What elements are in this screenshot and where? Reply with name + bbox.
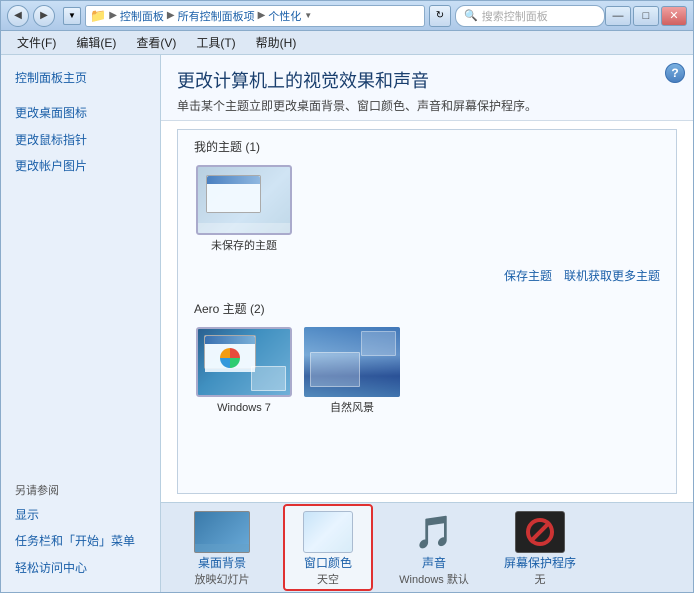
sidebar-link-home[interactable]: 控制面板主页 <box>1 65 160 92</box>
wc-label-sub: 天空 <box>317 571 339 587</box>
theme-actions: 保存主题 联机获取更多主题 <box>194 265 660 292</box>
online-themes-link[interactable]: 联机获取更多主题 <box>564 267 660 284</box>
close-button[interactable]: ✕ <box>661 6 687 26</box>
minimize-button[interactable]: — <box>605 6 631 26</box>
bg-icon <box>194 511 250 553</box>
thumb-inner-win <box>198 329 290 395</box>
theme-item-windows7[interactable]: Windows 7 <box>194 323 294 419</box>
content-subtitle: 单击某个主题立即更改桌面背景、窗口颜色、声音和屏幕保护程序。 <box>177 97 677 114</box>
theme-item-nature[interactable]: 自然风景 <box>302 323 402 419</box>
theme-label-nature: 自然风景 <box>330 401 374 415</box>
thumb-window <box>206 175 261 213</box>
nature-thumb-win <box>310 352 360 387</box>
theme-item-unsaved[interactable]: 未保存的主题 <box>194 161 294 257</box>
thumb-window-title <box>207 176 260 184</box>
themes-area: 我的主题 (1) <box>161 121 693 502</box>
bg-icon-container <box>194 508 250 556</box>
maximize-button[interactable]: □ <box>633 6 659 26</box>
address-dropdown-arrow[interactable]: ▼ <box>304 11 312 20</box>
sidebar-link-display[interactable]: 显示 <box>1 502 160 529</box>
forward-button[interactable]: ▶ <box>33 5 55 27</box>
thumb-window-win <box>204 335 256 369</box>
content-panel: ? 更改计算机上的视觉效果和声音 单击某个主题立即更改桌面背景、窗口颜色、声音和… <box>161 55 693 592</box>
themes-scroll[interactable]: 我的主题 (1) <box>177 129 677 494</box>
nature-thumb-win2 <box>361 331 396 356</box>
address-sep1: ▶ <box>109 10 117 21</box>
search-icon: 🔍 <box>464 9 478 22</box>
aero-themes-label: Aero 主题 (2) <box>194 292 660 323</box>
ss-icon-container <box>512 508 568 556</box>
sidebar-link-taskbar[interactable]: 任务栏和「开始」菜单 <box>1 528 160 555</box>
window-controls: — □ ✕ <box>605 6 687 26</box>
ss-label-sub: 无 <box>535 571 546 587</box>
address-icon: 📁 <box>90 8 106 24</box>
sidebar-link-mouse[interactable]: 更改鼠标指针 <box>1 127 160 154</box>
title-bar: ◀ ▶ ▼ 📁 ▶ 控制面板 ▶ 所有控制面板项 ▶ 个性化 ▼ ↻ 🔍 搜索控… <box>1 1 693 31</box>
sidebar: 控制面板主页 更改桌面图标 更改鼠标指针 更改帐户图片 另请参阅 显示 任务栏和… <box>1 55 161 592</box>
sound-label-main: 声音 <box>422 556 446 572</box>
wc-icon-container <box>300 508 356 556</box>
windows-logo <box>220 348 240 368</box>
bg-label-main: 桌面背景 <box>198 556 246 572</box>
address-all-items[interactable]: 所有控制面板项 <box>178 8 255 24</box>
bottom-item-desktop-bg[interactable]: 桌面背景 放映幻灯片 <box>177 508 267 588</box>
bg-label-sub: 放映幻灯片 <box>195 571 250 587</box>
theme-thumbnail-nature <box>304 327 400 397</box>
sidebar-link-accessibility[interactable]: 轻松访问中心 <box>1 555 160 582</box>
address-personalize[interactable]: 个性化 <box>268 8 301 24</box>
content-title: 更改计算机上的视觉效果和声音 <box>177 67 677 93</box>
bg-icon-bottom <box>195 544 249 552</box>
search-placeholder: 搜索控制面板 <box>482 8 548 24</box>
dropdown-btn[interactable]: ▼ <box>63 7 81 25</box>
menu-help[interactable]: 帮助(H) <box>248 32 305 53</box>
wc-icon <box>303 511 353 553</box>
my-themes-grid: 未保存的主题 <box>194 161 660 265</box>
theme-label-win7: Windows 7 <box>217 401 271 415</box>
title-bar-left: ◀ ▶ ▼ 📁 ▶ 控制面板 ▶ 所有控制面板项 ▶ 个性化 ▼ ↻ 🔍 搜索控… <box>7 5 605 27</box>
thumb-desktop <box>198 223 290 233</box>
search-bar[interactable]: 🔍 搜索控制面板 <box>455 5 605 27</box>
bottom-item-screensaver[interactable]: 屏幕保护程序 无 <box>495 508 585 588</box>
help-button[interactable]: ? <box>665 63 685 83</box>
menu-tools[interactable]: 工具(T) <box>188 32 243 53</box>
also-see-label: 另请参阅 <box>1 468 160 502</box>
sound-icon-container: 🎵 <box>406 508 462 556</box>
bottom-bar: 桌面背景 放映幻灯片 窗口颜色 天空 🎵 <box>161 502 693 592</box>
refresh-button[interactable]: ↻ <box>429 5 451 27</box>
wc-label-main: 窗口颜色 <box>304 556 352 572</box>
sound-label-sub: Windows 默认 <box>399 571 469 587</box>
address-sep3: ▶ <box>258 10 266 21</box>
address-bar[interactable]: 📁 ▶ 控制面板 ▶ 所有控制面板项 ▶ 个性化 ▼ <box>85 5 425 27</box>
sidebar-link-account-pic[interactable]: 更改帐户图片 <box>1 153 160 180</box>
thumb-secondary-win <box>251 366 286 391</box>
address-sep2: ▶ <box>167 10 175 21</box>
theme-thumbnail-windows <box>196 327 292 397</box>
thumb-content-win <box>205 344 255 372</box>
address-controlpanel[interactable]: 控制面板 <box>120 8 164 24</box>
sidebar-link-desktop-icons[interactable]: 更改桌面图标 <box>1 100 160 127</box>
bottom-item-sound[interactable]: 🎵 声音 Windows 默认 <box>389 508 479 588</box>
main-window: ◀ ▶ ▼ 📁 ▶ 控制面板 ▶ 所有控制面板项 ▶ 个性化 ▼ ↻ 🔍 搜索控… <box>0 0 694 593</box>
thumb-window-content <box>207 184 260 212</box>
back-button[interactable]: ◀ <box>7 5 29 27</box>
menu-bar: 文件(F) 编辑(E) 查看(V) 工具(T) 帮助(H) <box>1 31 693 55</box>
aero-themes-grid: Windows 7 自然风景 <box>194 323 660 427</box>
my-themes-label: 我的主题 (1) <box>194 130 660 161</box>
theme-thumbnail-unsaved <box>196 165 292 235</box>
content-header: 更改计算机上的视觉效果和声音 单击某个主题立即更改桌面背景、窗口颜色、声音和屏幕… <box>161 55 693 121</box>
bottom-item-window-color[interactable]: 窗口颜色 天空 <box>283 504 373 592</box>
main-area: 控制面板主页 更改桌面图标 更改鼠标指针 更改帐户图片 另请参阅 显示 任务栏和… <box>1 55 693 592</box>
sound-icon: 🎵 <box>414 513 454 551</box>
save-theme-link[interactable]: 保存主题 <box>504 267 552 284</box>
menu-view[interactable]: 查看(V) <box>128 32 184 53</box>
ss-no-icon <box>526 518 554 546</box>
thumb-title-win <box>205 336 255 344</box>
theme-label-unsaved: 未保存的主题 <box>211 239 277 253</box>
menu-file[interactable]: 文件(F) <box>9 32 64 53</box>
thumbnail-inner <box>198 167 290 233</box>
menu-edit[interactable]: 编辑(E) <box>68 32 124 53</box>
ss-label-main: 屏幕保护程序 <box>504 556 576 572</box>
nav-history: ▼ <box>63 7 81 25</box>
ss-icon <box>515 511 565 553</box>
